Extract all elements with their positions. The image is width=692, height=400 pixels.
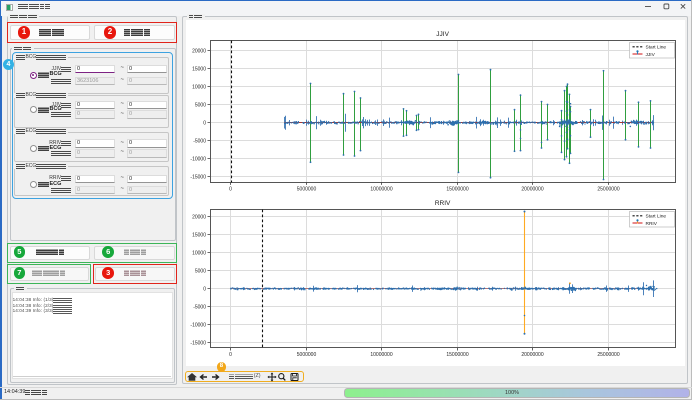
svg-text:20000000: 20000000 xyxy=(521,186,543,192)
svg-text:15000: 15000 xyxy=(192,232,206,238)
svg-text:Start Line: Start Line xyxy=(646,45,667,51)
svg-text:20000000: 20000000 xyxy=(521,352,543,358)
svg-text:Start Line: Start Line xyxy=(646,214,667,220)
svg-text:10000000: 10000000 xyxy=(370,352,392,358)
svg-text:5000: 5000 xyxy=(195,268,206,274)
svg-text:-10000: -10000 xyxy=(190,322,206,328)
svg-text:JJIV: JJIV xyxy=(646,52,656,58)
svg-text:RRIV: RRIV xyxy=(646,221,658,227)
svg-text:10000: 10000 xyxy=(192,250,206,256)
svg-text:0: 0 xyxy=(203,120,206,126)
svg-text:-15000: -15000 xyxy=(190,174,206,180)
svg-text:10000: 10000 xyxy=(192,84,206,90)
svg-text:5000000: 5000000 xyxy=(297,352,317,358)
svg-text:20000: 20000 xyxy=(192,214,206,220)
svg-text:25000000: 25000000 xyxy=(597,186,619,192)
svg-text:0: 0 xyxy=(229,186,232,192)
svg-text:20000: 20000 xyxy=(192,48,206,54)
svg-text:15000000: 15000000 xyxy=(446,186,468,192)
svg-text:-15000: -15000 xyxy=(190,340,206,346)
svg-text:-5000: -5000 xyxy=(193,304,206,310)
svg-text:15000000: 15000000 xyxy=(446,352,468,358)
svg-text:RRIV: RRIV xyxy=(435,200,451,207)
svg-text:JJIV: JJIV xyxy=(436,31,449,38)
svg-text:15000: 15000 xyxy=(192,66,206,72)
svg-text:-10000: -10000 xyxy=(190,156,206,162)
svg-text:5000000: 5000000 xyxy=(297,186,317,192)
svg-text:25000000: 25000000 xyxy=(597,352,619,358)
svg-text:5000: 5000 xyxy=(195,102,206,108)
svg-text:0: 0 xyxy=(203,286,206,292)
svg-text:0: 0 xyxy=(229,352,232,358)
svg-text:-5000: -5000 xyxy=(193,138,206,144)
svg-text:10000000: 10000000 xyxy=(370,186,392,192)
